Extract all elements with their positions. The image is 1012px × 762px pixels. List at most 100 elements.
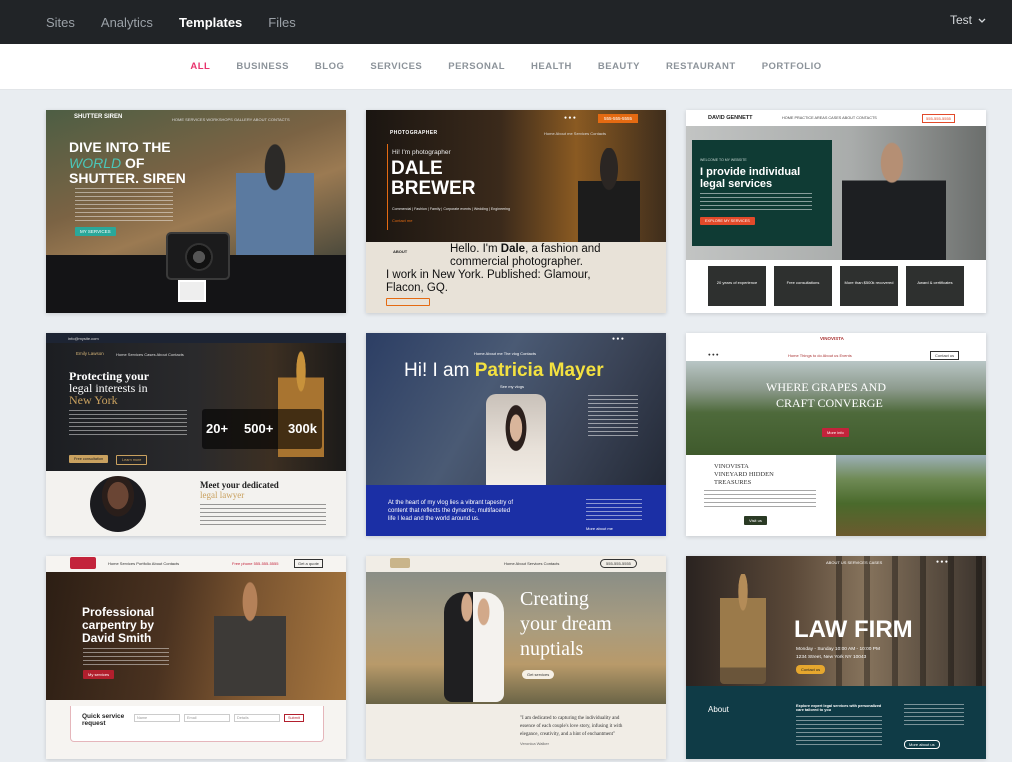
hero-line-2b: OF (121, 155, 145, 171)
quote-button[interactable]: Get a quote (294, 559, 323, 568)
hero-headline-2: legal services (700, 178, 773, 190)
phone-button[interactable]: 555-555-5555 (598, 114, 639, 123)
nav-files[interactable]: Files (268, 15, 295, 30)
hero-headline-2: carpentry by (82, 618, 155, 632)
category-blog[interactable]: BLOG (315, 61, 344, 72)
more-about-link[interactable]: More about me (586, 526, 613, 531)
name-field[interactable]: Name (134, 714, 180, 722)
lawyer-figure (842, 132, 946, 260)
category-beauty[interactable]: BEAUTY (598, 61, 640, 72)
hero-headline-1: Creating (520, 588, 589, 610)
hero-name-1: DALE (391, 158, 443, 179)
services-button[interactable]: My services (83, 670, 115, 679)
template-card-carpentry[interactable]: Home Services Portfolio About Contacts F… (46, 556, 346, 759)
phone-text: Free phone 555-555-5555 (232, 561, 279, 566)
stat-tile-3: More than $500k recovered (840, 266, 898, 306)
site-menu: Home Services Portfolio About Contacts (108, 561, 180, 566)
template-grid: SHUTTER SIREN HOME SERVICES WORKSHOPS GA… (46, 110, 986, 762)
site-menu: HOME SERVICES WORKSHOPS GALLERY ABOUT CO… (172, 117, 290, 122)
nav-templates[interactable]: Templates (179, 15, 242, 30)
template-card-david-gennett[interactable]: DAVID GENNETT HOME PRACTICE AREAS CASES … (686, 110, 986, 313)
bottom-side-text (586, 499, 642, 521)
site-menu: Home Services Cases About Contacts (116, 352, 184, 357)
hero-line-3: SHUTTER. SIREN (69, 170, 186, 186)
visit-button[interactable]: Visit us (744, 516, 767, 525)
about-name: Dale (500, 243, 526, 255)
sub-heading-2: VINEYARD HIDDEN (714, 471, 774, 478)
contact-button[interactable]: Contact us (796, 665, 826, 674)
site-menu: Home About me The vlog Contacts (474, 351, 536, 356)
hero-headline-2: CRAFT CONVERGE (776, 396, 883, 410)
nav-analytics[interactable]: Analytics (101, 15, 153, 30)
explore-services-button[interactable]: EXPLORE MY SERVICES (700, 217, 755, 225)
account-name: Test (949, 13, 972, 27)
hero-name: Patricia Mayer (474, 360, 604, 381)
hero-line-1: DIVE INTO THE (69, 139, 171, 155)
brand-logo: VINOVISTA (820, 336, 844, 341)
quote-form (70, 706, 324, 742)
about-heading: About (708, 705, 729, 714)
statue-image (720, 574, 766, 684)
hero-headline: Hi! I am Patricia Mayer (404, 360, 604, 382)
quick-request-2: request (82, 720, 106, 727)
nav-sites[interactable]: Sites (46, 15, 75, 30)
services-button[interactable]: Get services (522, 670, 555, 679)
quote-line-3: elegance, creativity, and a hint of ench… (520, 732, 616, 737)
template-card-wedding[interactable]: Home About Services Contacts 555-555-555… (366, 556, 666, 759)
hero-headline-2: your dream (520, 613, 612, 635)
more-info-button[interactable]: More info (822, 428, 849, 437)
meet-body-text (200, 504, 326, 528)
site-logo: SHUTTER SIREN (74, 114, 123, 120)
hero-services-button[interactable]: MY SERVICES (75, 227, 116, 236)
phone-button[interactable]: 555-555-5555 (600, 559, 637, 568)
about-side-text (904, 704, 964, 726)
hero-greeting: Hi! I'm photographer (392, 149, 451, 156)
submit-button[interactable]: Submit (284, 714, 304, 722)
sub-heading-1: VINOVISTA (714, 463, 749, 470)
hero-image (366, 572, 666, 704)
contact-link[interactable]: Contact me (392, 218, 412, 223)
bottom-line-2: content that reflects the dynamic, multi… (388, 508, 511, 514)
email-field[interactable]: Email (184, 714, 230, 722)
sub-body-text (704, 490, 816, 508)
hero-hours: Monday - Sunday 10:00 AM - 10:00 PM (796, 647, 880, 652)
template-card-shutter-siren[interactable]: SHUTTER SIREN HOME SERVICES WORKSHOPS GA… (46, 110, 346, 313)
template-card-patricia-mayer[interactable]: Home About me The vlog Contacts ● ● ● Hi… (366, 333, 666, 536)
hero-body-text (83, 648, 169, 666)
hero-headline-3: nuptials (520, 638, 584, 660)
vineyard-image (836, 455, 986, 536)
quote-line-1: "I am dedicated to capturing the individ… (520, 716, 620, 721)
about-button[interactable] (386, 298, 430, 306)
side-text (588, 395, 638, 439)
main-nav: Sites Analytics Templates Files (46, 15, 322, 30)
camera-image (166, 232, 230, 280)
top-nav-bar: Sites Analytics Templates Files Test (0, 0, 1012, 44)
contact-button[interactable]: Contact us (930, 351, 960, 360)
category-restaurant[interactable]: RESTAURANT (666, 61, 736, 72)
category-services[interactable]: SERVICES (370, 61, 422, 72)
template-card-law-firm[interactable]: ABOUT US SERVICES CASES ● ● ● LAW FIRM M… (686, 556, 986, 759)
category-portfolio[interactable]: PORTFOLIO (762, 61, 822, 72)
consultation-button[interactable]: Free consultation (69, 455, 109, 463)
hero-name-2: BREWER (391, 178, 476, 199)
template-card-dale-brewer[interactable]: 555-555-5555 ● ● ● PHOTOGRAPHER Home Abo… (366, 110, 666, 313)
template-card-emily-lawson[interactable]: info@mysite.com Emily Lawson Home Servic… (46, 333, 346, 536)
sub-heading-3: TREASURES (714, 479, 752, 486)
details-field[interactable]: Details (234, 714, 280, 722)
category-business[interactable]: BUSINESS (236, 61, 289, 72)
category-all[interactable]: ALL (190, 61, 210, 72)
hero-hi: Hi! I am (404, 360, 475, 381)
account-menu[interactable]: Test (950, 13, 986, 27)
learn-more-button[interactable]: Learn more (116, 455, 148, 465)
category-health[interactable]: HEALTH (531, 61, 572, 72)
more-about-button[interactable]: More about us (904, 740, 940, 749)
portrait-frame (486, 394, 546, 494)
hero-body-text (69, 410, 187, 436)
category-personal[interactable]: PERSONAL (448, 61, 505, 72)
logo-badge (70, 557, 96, 569)
hero-headline-3: New York (69, 393, 118, 407)
hero-accent-word: WORLD (69, 155, 122, 171)
site-menu: Home Things to do About us Events (788, 353, 852, 358)
phone-button[interactable]: 555-555-5555 (922, 114, 955, 123)
template-card-vinovista[interactable]: VINOVISTA ● ● ● Home Things to do About … (686, 333, 986, 536)
